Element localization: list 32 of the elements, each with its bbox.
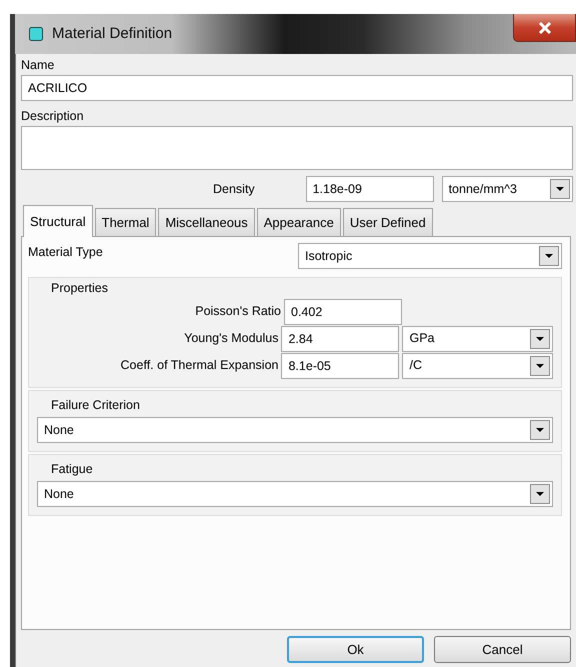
group-title: Failure Criterion — [50, 397, 141, 414]
dialog-button[interactable]: Cancel — [434, 636, 571, 663]
field-label: Poisson's Ratio — [194, 303, 282, 320]
dropdown[interactable]: None — [37, 481, 553, 507]
dropdown[interactable]: Isotropic — [298, 243, 562, 269]
field-label: Coeff. of Thermal Expansion — [120, 357, 280, 374]
field-label: Material Type — [28, 244, 104, 261]
tab[interactable]: Appearance — [256, 208, 341, 236]
group-title: Fatigue — [50, 461, 94, 478]
dropdown[interactable]: /C — [402, 352, 553, 378]
field-label: Description — [21, 108, 85, 125]
tab[interactable]: Miscellaneous — [158, 208, 255, 236]
dialog-button[interactable]: Ok — [287, 636, 424, 663]
close-icon — [538, 22, 552, 34]
group-title: Properties — [50, 280, 109, 297]
tab[interactable]: Structural — [23, 205, 93, 237]
field-label: Name — [21, 57, 56, 74]
field-label: Density — [213, 180, 256, 198]
field-label: Young's Modulus — [183, 330, 280, 348]
app-icon — [29, 27, 43, 41]
tab[interactable]: User Defined — [342, 208, 433, 236]
input-field[interactable]: 8.1e-05 — [281, 352, 400, 378]
window-title: Material Definition — [52, 24, 172, 44]
input-field[interactable]: 0.402 — [284, 298, 402, 324]
input-field[interactable]: ACRILICO — [21, 75, 573, 101]
dropdown[interactable]: GPa — [402, 326, 553, 352]
close-button[interactable] — [513, 14, 576, 42]
input-field[interactable]: 1.18e-09 — [306, 176, 434, 202]
input-field[interactable]: 2.84 — [281, 326, 400, 352]
tab[interactable]: Thermal — [94, 208, 156, 236]
dropdown[interactable]: tonne/mm^3 — [442, 176, 573, 202]
dropdown[interactable]: None — [37, 417, 553, 443]
